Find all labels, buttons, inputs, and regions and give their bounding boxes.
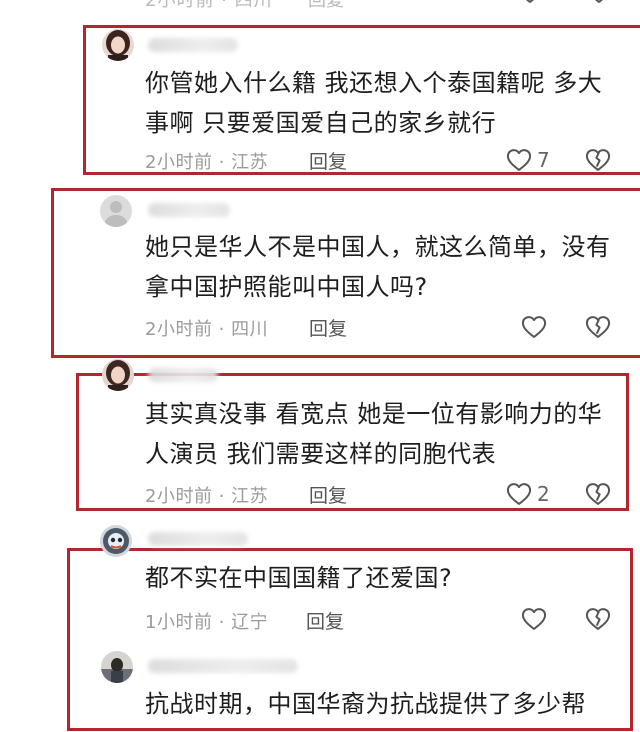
reply-button[interactable]: 回复	[309, 147, 347, 174]
comment-meta: 2小时前 · 四川	[145, 0, 273, 11]
broken-heart-icon[interactable]	[584, 146, 612, 174]
username[interactable]	[148, 659, 298, 673]
comment-meta: 2小时前 · 四川	[145, 319, 269, 340]
broken-heart-icon[interactable]	[584, 480, 612, 508]
comment-meta: 1小时前 · 辽宁	[145, 612, 269, 633]
avatar[interactable]	[100, 525, 132, 557]
comment-text: 她只是华人不是中国人，就这么简单，没有 拿中国护照能叫中国人吗?	[145, 233, 611, 301]
heart-outline-icon[interactable]	[516, 0, 544, 6]
avatar[interactable]	[100, 195, 132, 227]
username[interactable]	[148, 38, 238, 52]
comment-meta: 2小时前 · 江苏	[145, 486, 269, 507]
comment-text: 抗战时期，中国华裔为抗战提供了多少帮	[145, 690, 586, 718]
avatar[interactable]	[102, 29, 134, 61]
heart-outline-icon	[505, 480, 533, 508]
reply-button[interactable]: 回复	[306, 607, 344, 634]
comment-text: 其实真没事 看宽点 她是一位有影响力的华 人演员 我们需要这样的同胞代表	[145, 400, 603, 468]
avatar[interactable]	[102, 359, 134, 391]
previous-comment-footer: 2小时前 · 四川 回复	[0, 0, 640, 12]
comment-text: 都不实在中国国籍了还爱国?	[145, 564, 453, 592]
username[interactable]	[148, 532, 248, 546]
broken-heart-icon[interactable]	[584, 605, 612, 633]
broken-heart-icon[interactable]	[584, 313, 612, 341]
like-count: 2	[537, 482, 550, 506]
reply-button[interactable]: 回复	[309, 481, 347, 508]
heart-outline-icon	[520, 605, 548, 633]
reply-button[interactable]: 回复	[308, 0, 344, 12]
heart-outline-icon	[505, 146, 533, 174]
username[interactable]	[148, 368, 218, 382]
like-button[interactable]: 7	[505, 146, 550, 174]
avatar[interactable]	[101, 651, 133, 683]
username[interactable]	[148, 203, 230, 217]
like-button[interactable]	[520, 605, 552, 633]
broken-heart-icon[interactable]	[585, 0, 613, 6]
heart-outline-icon	[520, 313, 548, 341]
like-button[interactable]: 2	[505, 480, 550, 508]
comment-meta: 2小时前 · 江苏	[145, 152, 269, 173]
comment-text: 你管她入什么籍 我还想入个泰国籍呢 多大 事啊 只要爱国爱自己的家乡就行	[145, 69, 603, 137]
like-count: 7	[537, 148, 550, 172]
reply-button[interactable]: 回复	[309, 314, 347, 341]
like-button[interactable]	[520, 313, 552, 341]
